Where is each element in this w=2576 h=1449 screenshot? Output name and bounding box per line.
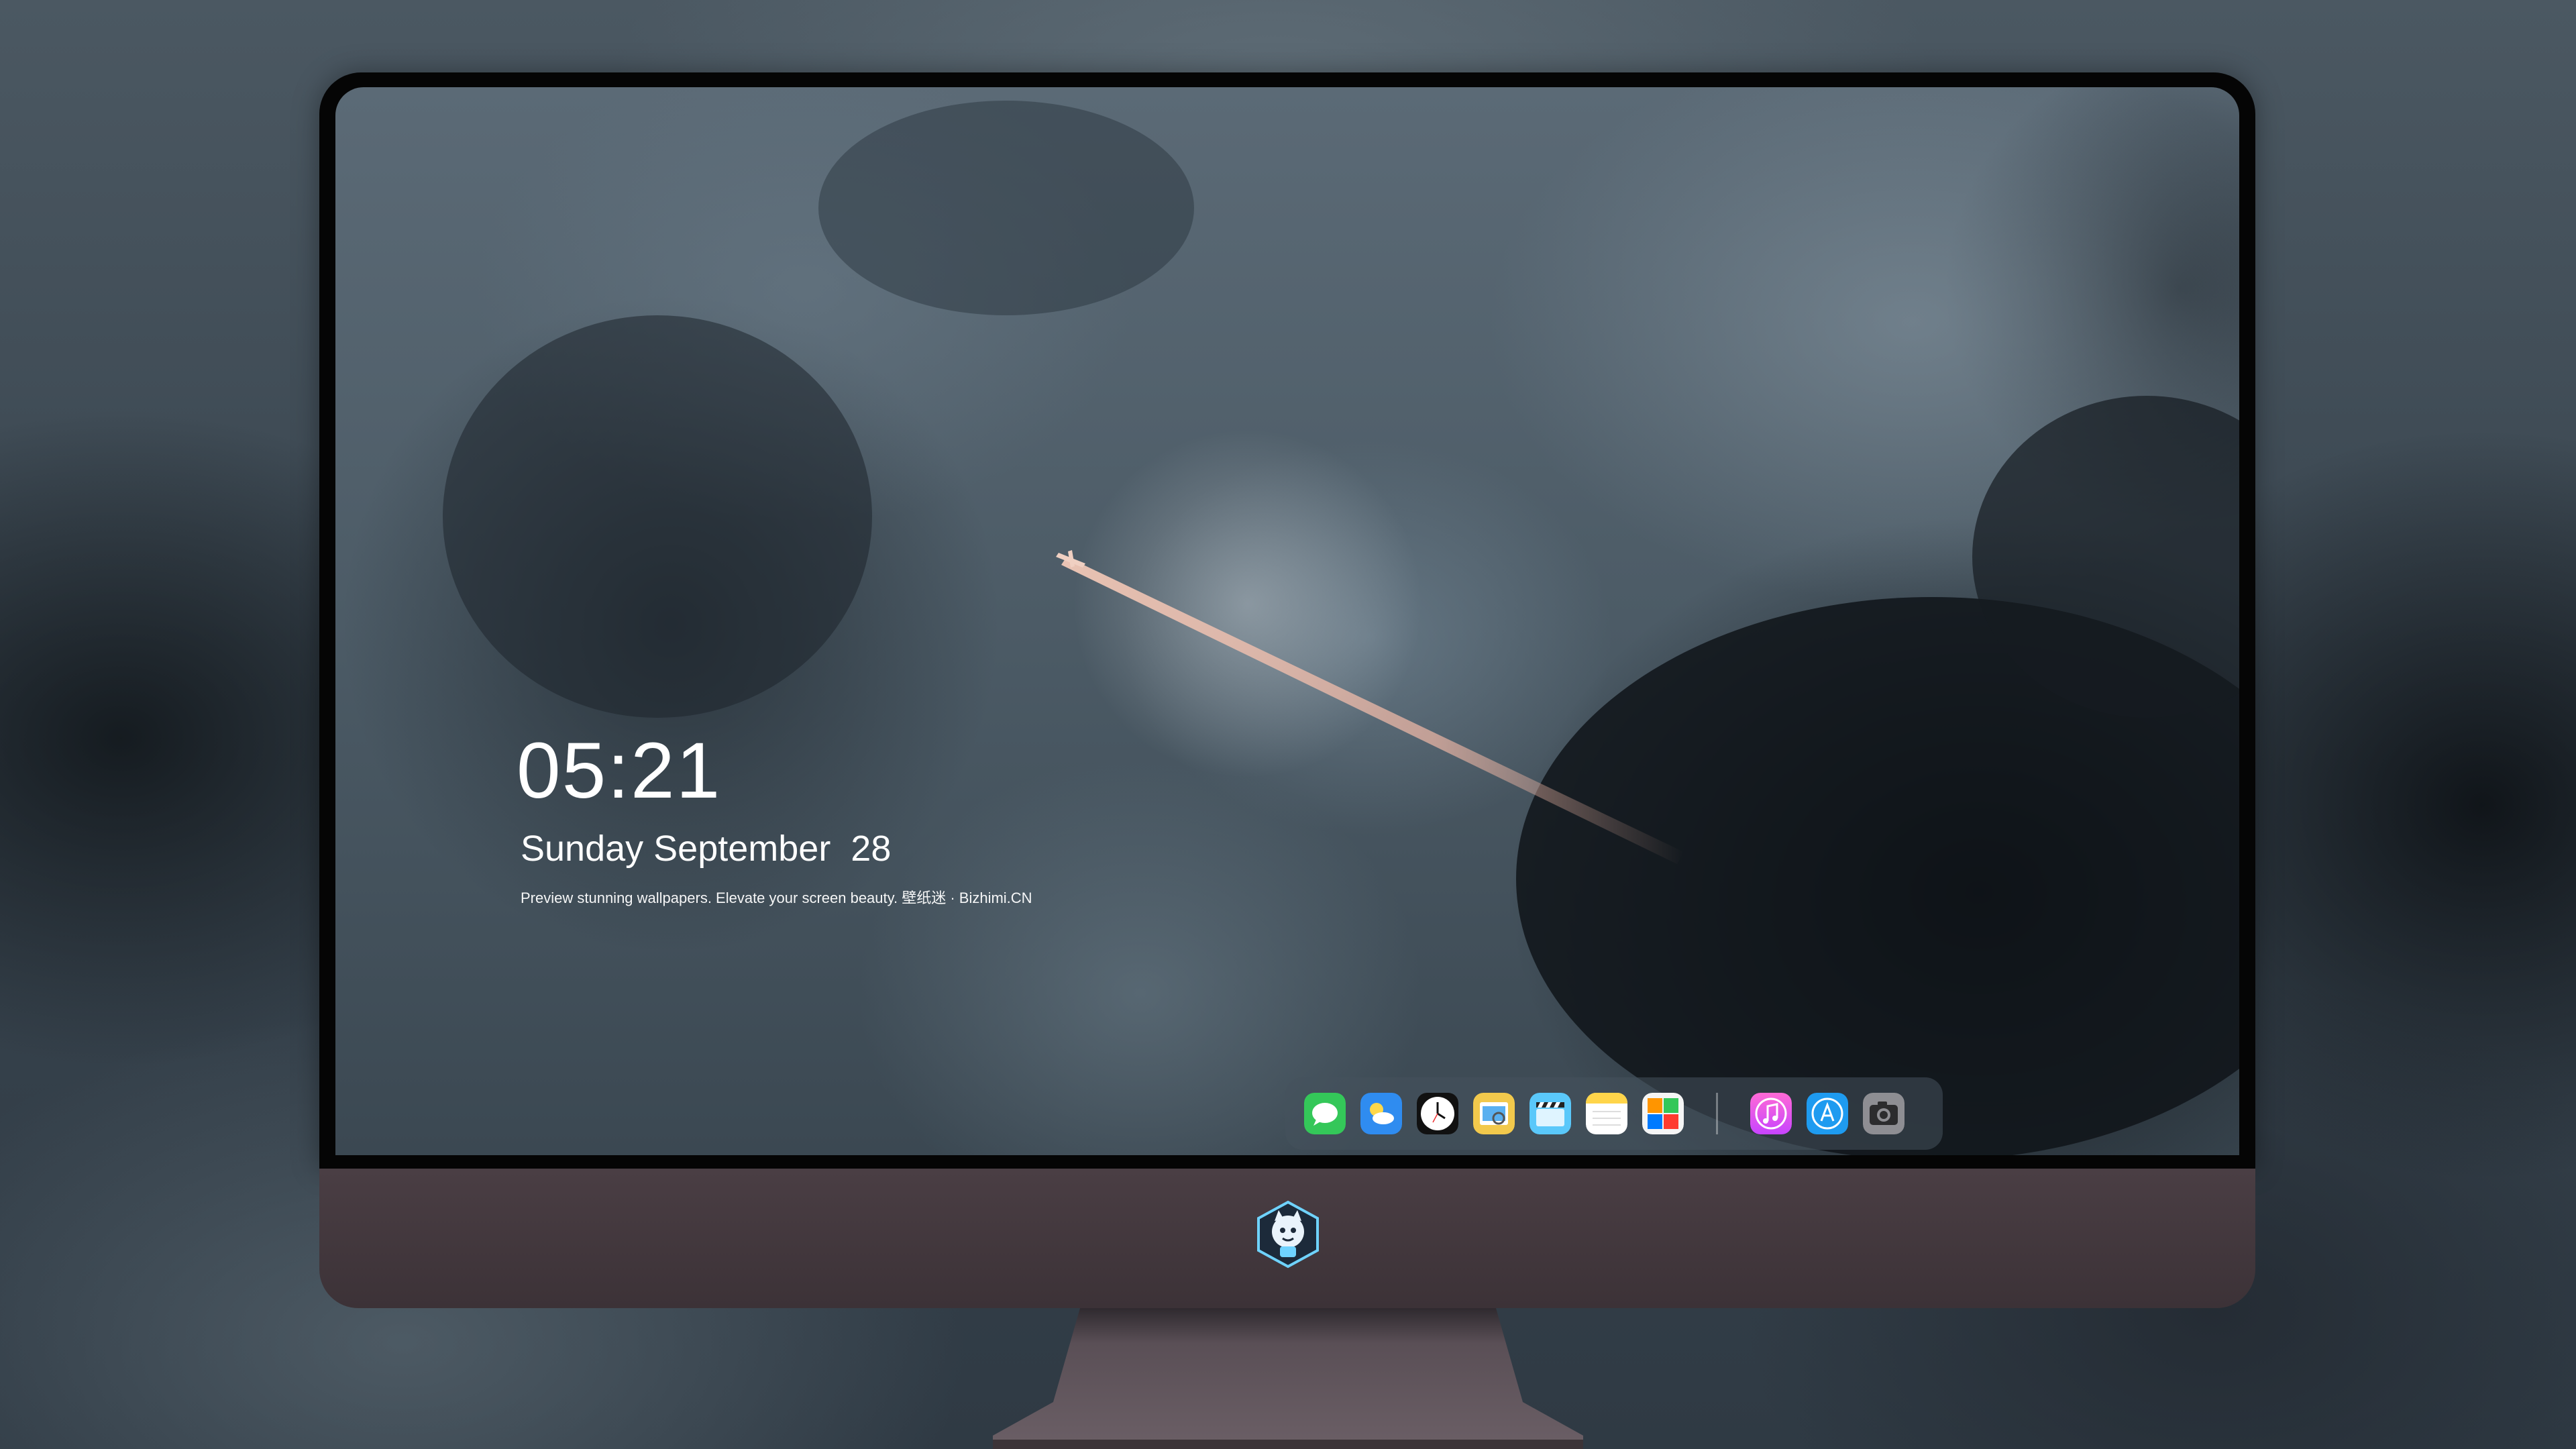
clapperboard-icon[interactable]	[1529, 1093, 1571, 1134]
camera-icon[interactable]	[1863, 1093, 1904, 1134]
dock-separator	[1716, 1093, 1718, 1134]
photo-grid-icon[interactable]	[1642, 1093, 1684, 1134]
app-store-icon[interactable]	[1807, 1093, 1848, 1134]
weather-icon[interactable]	[1360, 1093, 1402, 1134]
monitor-bezel: 05:21 Sunday September 28 Preview stunni…	[319, 72, 2255, 1169]
monitor-stand	[993, 1308, 1583, 1449]
lock-clock: 05:21 Sunday September 28 Preview stunni…	[517, 731, 1032, 906]
dock	[1285, 1077, 1943, 1150]
music-icon[interactable]	[1750, 1093, 1792, 1134]
wallpaper-caption: Preview stunning wallpapers. Elevate you…	[521, 890, 1032, 906]
clock-icon[interactable]	[1417, 1093, 1458, 1134]
messages-icon[interactable]	[1304, 1093, 1346, 1134]
mascot-logo-icon	[1257, 1200, 1319, 1269]
clock-time: 05:21	[517, 727, 722, 815]
desktop-wallpaper: 05:21 Sunday September 28 Preview stunni…	[335, 87, 2239, 1155]
clock-date: Sunday September 28	[521, 828, 892, 869]
moon-and-airplane-wallpaper	[443, 101, 2239, 1155]
notes-icon[interactable]	[1586, 1093, 1627, 1134]
preview-icon[interactable]	[1473, 1093, 1515, 1134]
